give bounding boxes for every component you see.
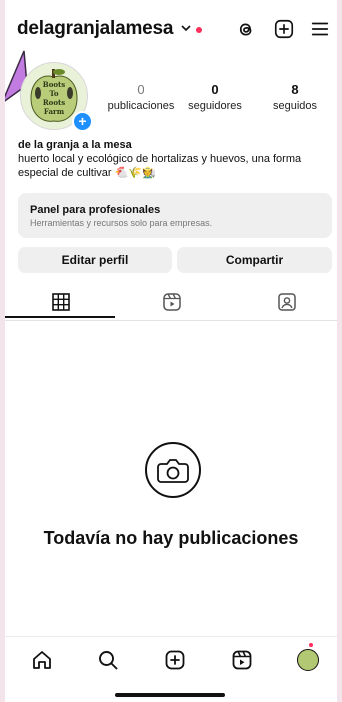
reels-icon[interactable] bbox=[162, 292, 182, 312]
profile-nav-avatar[interactable] bbox=[297, 649, 319, 671]
panel-title: Panel para profesionales bbox=[30, 204, 161, 216]
active-tab-indicator bbox=[5, 316, 115, 318]
stat-seguidos[interactable]: 8 seguidos bbox=[255, 82, 335, 112]
share-profile-button[interactable]: Compartir bbox=[177, 247, 332, 273]
profile-name: de la granja a la mesa bbox=[18, 139, 132, 151]
stat-label: seguidos bbox=[272, 100, 318, 112]
grid-icon[interactable] bbox=[51, 292, 71, 312]
stat-publicaciones[interactable]: 0 publicaciones bbox=[101, 82, 181, 112]
tagged-icon[interactable] bbox=[277, 292, 297, 312]
empty-state-title: Todavía no hay publicaciones bbox=[43, 528, 299, 548]
notification-dot bbox=[196, 27, 202, 33]
add-post-icon[interactable] bbox=[273, 18, 295, 40]
search-icon[interactable] bbox=[97, 649, 119, 671]
bio-text: huerto local y ecológico de hortalizas y… bbox=[18, 153, 302, 179]
panel-subtitle: Herramientas y recursos solo para empres… bbox=[30, 218, 213, 228]
home-indicator[interactable] bbox=[115, 693, 225, 697]
camera-icon bbox=[145, 442, 201, 498]
phone-screen: delagranjalamesa Boots To Roots Farm + 0… bbox=[5, 0, 337, 702]
profile-avatar[interactable]: Boots To Roots Farm + bbox=[20, 62, 93, 132]
reels-nav-icon[interactable] bbox=[231, 649, 253, 671]
profile-bio: de la granja a la mesa huerto local y ec… bbox=[18, 138, 330, 180]
create-icon[interactable] bbox=[164, 649, 186, 671]
stat-label: seguidores bbox=[188, 100, 242, 112]
edit-profile-button[interactable]: Editar perfil bbox=[18, 247, 172, 273]
add-story-plus-icon[interactable]: + bbox=[72, 111, 93, 132]
professional-dashboard-button[interactable]: Panel para profesionales Herramientas y … bbox=[18, 193, 332, 238]
username-title[interactable]: delagranjalamesa bbox=[17, 18, 173, 40]
stat-value: 0 bbox=[211, 82, 219, 97]
home-icon[interactable] bbox=[31, 649, 53, 671]
stat-value: 8 bbox=[291, 82, 299, 97]
chevron-down-icon[interactable] bbox=[180, 22, 192, 34]
profile-notification-dot bbox=[309, 643, 313, 647]
stat-seguidores[interactable]: 0 seguidores bbox=[175, 82, 255, 112]
threads-icon[interactable] bbox=[235, 18, 257, 40]
stat-value: 0 bbox=[137, 82, 145, 97]
top-bar: delagranjalamesa bbox=[5, 0, 337, 56]
stat-label: publicaciones bbox=[107, 100, 175, 112]
menu-icon[interactable] bbox=[309, 18, 331, 40]
